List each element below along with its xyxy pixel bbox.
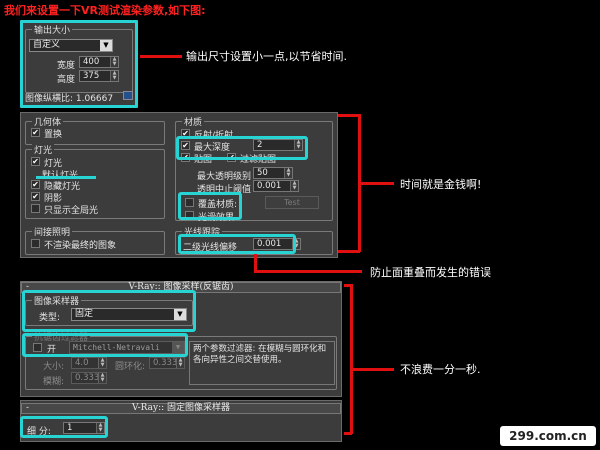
watermark-text: 299.com.cn <box>509 429 587 443</box>
displacement-label: 置换 <box>44 130 63 140</box>
aa-ringing-value: 0.333 <box>153 358 178 368</box>
secondary-bias-highlight <box>178 234 296 254</box>
watermark-logo: 299.com.cn <box>500 426 596 446</box>
aa-blur-label: 模糊: <box>43 377 65 387</box>
spinner-arrows-icon[interactable]: ▲ ▼ <box>98 358 106 368</box>
indirect-title: 间接照明 <box>32 225 73 238</box>
bracket-top <box>338 114 360 117</box>
override-glossy-highlight <box>178 192 242 220</box>
page-title: 我们来设置一下VR测试渲染参数,如下图: <box>4 4 206 17</box>
max-transp-value: 50 <box>257 168 268 178</box>
waste-note: 不浪费一分一秒. <box>400 363 481 376</box>
override-mtl-test-button[interactable]: Test <box>265 196 319 209</box>
overlap-arrow <box>254 270 362 273</box>
dont-render-final-checkbox[interactable] <box>31 239 40 248</box>
aa-blur-value: 0.333 <box>75 373 100 383</box>
max-transp-spinner[interactable]: 50 ▲ ▼ <box>253 167 293 179</box>
time-note: 时间就是金钱啊! <box>400 178 482 191</box>
spinner-arrows-icon[interactable]: ▲ ▼ <box>98 373 106 383</box>
aa-blur-spinner[interactable]: 0.333 ▲ ▼ <box>71 372 107 384</box>
spinner-arrows-icon[interactable]: ▲ ▼ <box>284 168 292 178</box>
spinner-arrows-icon[interactable]: ▲ ▼ <box>176 358 184 368</box>
gi-only-label: 只显示全局光 <box>44 206 99 216</box>
max-transp-label: 最大透明级别 <box>197 172 252 182</box>
gi-only-checkbox[interactable] <box>31 204 40 213</box>
output-arrow <box>140 55 182 58</box>
aa-filter-description: 两个参数过滤器: 在模糊与圆环化和各向异性之间交替使用。 <box>189 341 335 385</box>
dont-render-final-label: 不渲染最终的图象 <box>44 241 117 251</box>
fixed-sampler-rollout-title: V-Ray:: 固定图像采样器 <box>131 403 231 413</box>
shadows-checkbox[interactable]: ✔ <box>31 192 40 201</box>
default-lights-underline <box>36 176 96 179</box>
transp-cutoff-value: 0.001 <box>257 181 282 191</box>
max-depth-highlight <box>176 136 308 160</box>
aa-size-value: 4.0 <box>75 358 89 368</box>
bracket2-vertical <box>350 284 353 434</box>
lighting-title: 灯光 <box>32 143 55 156</box>
collapse-icon[interactable]: - <box>26 404 29 413</box>
waste-arrow <box>352 368 394 371</box>
aa-size-label: 大小: <box>43 362 65 372</box>
fixed-sampler-rollout-header[interactable]: - V-Ray:: 固定图像采样器 <box>21 403 341 414</box>
sampler-type-highlight <box>22 290 196 332</box>
subdivs-highlight <box>20 416 108 438</box>
time-arrow <box>360 182 394 185</box>
aa-ringing-spinner[interactable]: 0.333 ▲ ▼ <box>149 357 185 369</box>
overlap-note: 防止面重叠而发生的错误 <box>370 266 491 279</box>
spinner-arrows-icon[interactable]: ▲ ▼ <box>290 181 298 191</box>
transp-cutoff-spinner[interactable]: 0.001 ▲ ▼ <box>253 180 299 192</box>
aa-size-spinner[interactable]: 4.0 ▲ ▼ <box>71 357 107 369</box>
bracket2-bottom <box>344 432 352 435</box>
aa-on-highlight <box>22 333 188 357</box>
lights-checkbox[interactable]: ✔ <box>31 157 40 166</box>
output-note: 输出尺寸设置小一点,以节省时间. <box>186 50 347 63</box>
bracket-bottom <box>338 250 360 253</box>
hidden-lights-checkbox[interactable]: ✔ <box>31 180 40 189</box>
output-size-highlight <box>20 20 138 108</box>
materials-title: 材质 <box>182 115 205 128</box>
aa-ringing-label: 圆环化: <box>115 362 146 372</box>
displacement-checkbox[interactable]: ✔ <box>31 128 40 137</box>
